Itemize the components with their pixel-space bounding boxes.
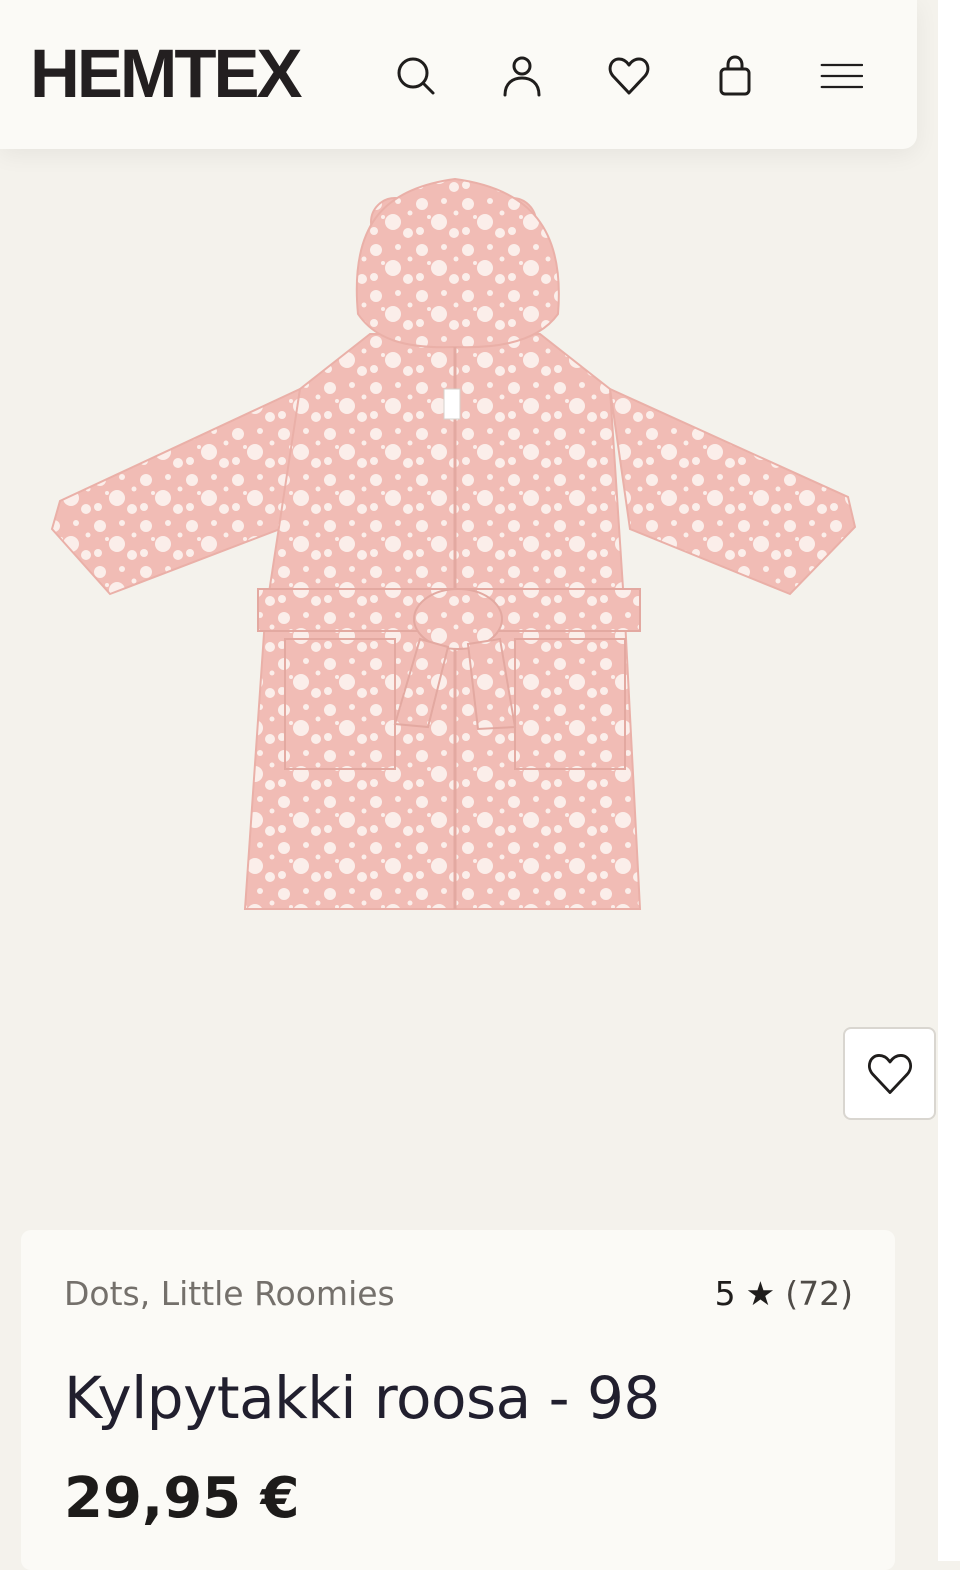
wishlist-button[interactable]: [603, 50, 655, 102]
hemtex-logo[interactable]: HEMTEX: [30, 34, 303, 114]
account-icon: [503, 56, 541, 97]
right-edge-strip: [938, 0, 960, 1561]
menu-button[interactable]: [815, 50, 867, 102]
product-image[interactable]: [0, 149, 938, 1229]
cart-button[interactable]: [709, 50, 761, 102]
product-title: Kylpytakki roosa - 98: [64, 1364, 660, 1432]
bathrobe-illustration: [50, 177, 857, 910]
account-button[interactable]: [496, 50, 548, 102]
star-icon: ★: [745, 1274, 776, 1313]
product-info-card: Dots, Little Roomies 5 ★ (72) Kylpytakki…: [21, 1230, 895, 1570]
review-count: (72): [785, 1274, 853, 1313]
product-rating[interactable]: 5 ★ (72): [715, 1274, 853, 1313]
product-price: 29,95 €: [64, 1466, 300, 1531]
shopping-bag-icon: [719, 55, 751, 96]
rating-score: 5: [714, 1274, 736, 1313]
heart-outline-icon: [867, 1053, 912, 1094]
search-button[interactable]: [390, 50, 442, 102]
heart-icon: [608, 57, 650, 95]
search-icon: [397, 57, 435, 95]
add-to-wishlist-button[interactable]: [843, 1027, 936, 1120]
site-header: HEMTEX: [0, 0, 917, 149]
product-brand[interactable]: Dots, Little Roomies: [64, 1274, 395, 1313]
hamburger-menu-icon: [820, 63, 863, 89]
